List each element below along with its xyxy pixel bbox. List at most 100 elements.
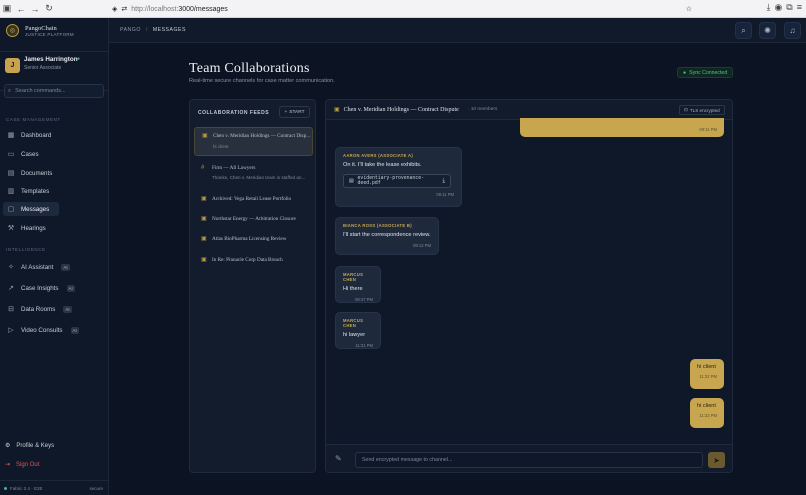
url-path: 3000/messages: [178, 5, 228, 13]
feed-item[interactable]: ▣ Archived: Vega Retail Lease Portfolio: [194, 191, 313, 210]
sidebar-item-label: Hearings: [21, 224, 46, 232]
paperclip-icon[interactable]: ✎: [335, 454, 342, 463]
message-text: hi lawyer: [343, 332, 366, 338]
sidebar-item-dashboard[interactable]: ▦ Dashboard: [3, 128, 59, 142]
main-content: Team Collaborations Real-time secure cha…: [109, 43, 806, 495]
sidebar-item-hearings[interactable]: ⚒ Hearings: [3, 221, 59, 235]
attachment-chip[interactable]: ▤ evidentiary-provenance-deed.pdf ⤓: [343, 174, 451, 188]
grid-icon: ▦: [7, 132, 15, 139]
user-role: Senior Associate: [24, 65, 62, 71]
sidebar-item-messages[interactable]: ▢ Messages: [3, 202, 59, 216]
feed-title: Northstar Energy — Arbitration Closure: [212, 215, 296, 222]
breadcrumb: PANGO / MESSAGES: [120, 27, 186, 33]
reload-icon[interactable]: ↻: [42, 3, 56, 14]
download-icon[interactable]: ⤓: [766, 2, 770, 13]
feed-item[interactable]: ▣ Atlas BioPharma Licensing Review: [194, 231, 313, 250]
sidebar-item-ai-assistant[interactable]: ✧ AI Assistant AI: [3, 260, 83, 274]
chat-header: ▣ Chen v. Meridian Holdings — Contract Di…: [326, 100, 732, 120]
theme-toggle-button[interactable]: ✺: [759, 22, 776, 39]
video-icon: ▷: [8, 327, 14, 334]
account-icon[interactable]: ◉: [774, 2, 782, 13]
user-name: James Harrington: [24, 56, 78, 63]
feed-item[interactable]: ▣ Chen v. Meridian Holdings — Contract Di…: [194, 127, 313, 156]
feeds-header: COLLABORATION FEEDS: [198, 110, 270, 116]
sidebar-item-documents[interactable]: ▤ Documents: [3, 166, 59, 180]
feed-title: Atlas BioPharma Licensing Review: [212, 235, 287, 242]
start-feed-button[interactable]: + START: [279, 106, 310, 118]
feed-preview: Thanks, Chen v. Meridian team is staffed…: [212, 175, 306, 180]
version-label: Fabric 2.4 · E2E: [10, 485, 43, 491]
sidebar-item-label: Cases: [21, 150, 39, 158]
bookmark-star-icon[interactable]: ☆: [686, 5, 692, 13]
sidebar-item-data-rooms[interactable]: ⊟ Data Rooms AI: [3, 302, 83, 316]
forward-icon[interactable]: →: [28, 4, 42, 14]
message-bubble-incoming: AARON AVERS (ASSOCIATE A) On it. I'll ta…: [335, 147, 462, 207]
logout-icon: ⇥: [5, 462, 11, 468]
encryption-label: TLS encrypted: [689, 107, 720, 113]
ai-badge: AI: [66, 284, 75, 292]
feed-title: Firm — All Lawyers: [212, 165, 256, 171]
message-bubble-incoming: MARCUS CHEN hi lawyer 11:31 PM: [335, 312, 381, 349]
feed-item[interactable]: # Firm — All Lawyers Thanks, Chen v. Meri…: [194, 161, 313, 183]
download-icon[interactable]: ⤓: [442, 178, 445, 185]
search-icon: ⌕: [741, 25, 746, 35]
chat-icon: ▢: [7, 206, 15, 213]
message-text: On it. I'll take the lease exhibits.: [343, 162, 422, 168]
search-button[interactable]: ⌕: [735, 22, 752, 39]
avatar: J: [5, 58, 20, 73]
status-dot-icon: [4, 486, 7, 490]
member-count: · 10 members: [467, 107, 498, 112]
signout-label: Sign Out: [16, 461, 40, 468]
search-placeholder: Search commands...: [15, 88, 66, 94]
encryption-badge: ⊡ TLS encrypted: [679, 105, 725, 115]
menu-icon[interactable]: ≡: [797, 2, 802, 13]
sign-out-button[interactable]: ⇥ Sign Out: [5, 461, 40, 469]
start-label: START: [289, 109, 305, 115]
sidebar-item-label: Video Consults: [21, 326, 63, 334]
version-footer: Fabric 2.4 · E2E secure: [0, 480, 109, 495]
message-sender: MARCUS CHEN: [343, 318, 364, 328]
sidebar-toggle-icon[interactable]: ▣: [0, 3, 14, 14]
briefcase-icon: ▣: [201, 236, 207, 242]
command-search[interactable]: ⌕ Search commands...: [4, 84, 104, 98]
feed-item[interactable]: ▣ Northstar Energy — Arbitration Closure: [194, 211, 313, 230]
feed-item[interactable]: ▣ In Re: Pinnacle Corp Data Breach: [194, 252, 313, 271]
sidebar-item-label: Documents: [21, 169, 53, 177]
notifications-button[interactable]: ♫: [784, 22, 801, 39]
breadcrumb-root[interactable]: PANGO: [120, 27, 141, 33]
top-bar: PANGO / MESSAGES ⌕ ✺ ♫: [109, 18, 806, 43]
breadcrumb-current: MESSAGES: [152, 27, 186, 33]
sidebar-item-label: Dashboard: [21, 131, 52, 139]
brand[interactable]: ◎ PangoChain JUSTICE PLATFORM: [6, 24, 74, 37]
page-title: Team Collaborations: [189, 61, 310, 76]
lock-icon: ⊡: [684, 107, 688, 112]
sidebar-item-label: Data Rooms: [21, 305, 56, 313]
gear-icon: ⚙: [5, 443, 11, 449]
address-bar[interactable]: ◈ ⇄ http://localhost:3000/messages ☆: [112, 2, 692, 16]
status-dot-icon: ●: [683, 69, 687, 76]
message-time: 11:32 PM: [699, 374, 717, 379]
browser-toolbar: ▣ ← → ↻ ◈ ⇄ http://localhost:3000/messag…: [0, 0, 806, 18]
message-bubble-outgoing: hi client 11:32 PM: [690, 359, 724, 389]
briefcase-icon: ▣: [334, 107, 340, 113]
brand-name: PangoChain: [25, 24, 57, 32]
send-button[interactable]: ➤: [708, 452, 725, 468]
message-time: 11:33 PM: [699, 413, 717, 418]
file-icon: ▤: [349, 178, 354, 184]
check-circle-icon: ●: [77, 56, 81, 62]
search-icon: ⌕: [8, 87, 12, 94]
back-icon[interactable]: ←: [14, 4, 28, 14]
sidebar-item-cases[interactable]: ▭ Cases: [3, 147, 59, 161]
message-text: Hi there: [343, 286, 363, 292]
message-text: I'll start the correspondence review.: [343, 232, 431, 238]
extensions-icon[interactable]: ⧉: [786, 2, 792, 13]
message-text: hi client: [697, 403, 716, 409]
sidebar-item-templates[interactable]: ▥ Templates: [3, 184, 59, 198]
message-sender: AARON AVERS (ASSOCIATE A): [343, 153, 414, 158]
profile-keys-link[interactable]: ⚙ Profile & Keys: [5, 442, 54, 450]
briefcase-icon: ▣: [202, 133, 208, 139]
message-input[interactable]: [355, 452, 703, 468]
sidebar-item-video-consults[interactable]: ▷ Video Consults AI: [3, 323, 83, 337]
sidebar-item-case-insights[interactable]: ↗ Case Insights AI: [3, 281, 83, 295]
shield-icon: ◈: [112, 6, 118, 13]
